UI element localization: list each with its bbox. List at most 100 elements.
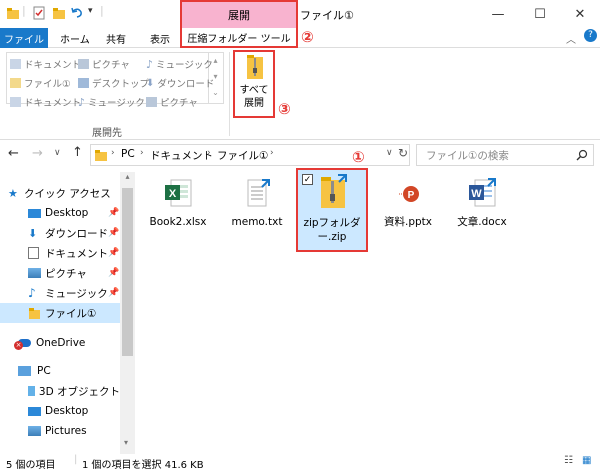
properties-icon[interactable] [32,6,46,20]
folder-app-icon [7,8,19,19]
breadcrumb-current[interactable]: ファイル① [217,148,268,163]
file-name: zipフォルダ ー.zip [298,216,366,244]
nav-item-pictures-pc[interactable]: Pictures [0,421,120,441]
gallery-item[interactable]: ピクチャ [78,57,130,71]
breadcrumb-chevron-icon[interactable]: › [140,148,144,158]
recent-locations-icon[interactable]: ∨ [54,148,61,158]
scroll-down-icon[interactable]: ▾ [124,438,128,447]
pictures-icon [28,268,41,278]
file-item-shiryo[interactable]: P 資料.pptx [368,178,448,229]
file-name: 資料.pptx [384,216,432,228]
gallery-item-label: ピクチャ [92,60,130,71]
pictures-folder-icon [78,59,89,69]
file-name: 文章.docx [457,216,507,228]
nav-item-documents[interactable]: ドキュメント 📌 [0,243,120,263]
breadcrumb-pc[interactable]: PC [121,148,135,160]
pin-icon[interactable]: 📌 [108,208,119,218]
pin-icon[interactable]: 📌 [108,248,119,258]
gallery-item[interactable]: ドキュメント [10,57,81,71]
nav-item-label: ピクチャ [45,267,87,280]
pin-icon[interactable]: 📌 [108,228,119,238]
gallery-item[interactable]: ♪ ミュージック [146,57,213,72]
maximize-button[interactable]: ☐ [520,0,560,28]
gallery-item[interactable]: ドキュメント [10,95,81,109]
breadcrumb-documents[interactable]: ドキュメント [150,148,213,163]
close-button[interactable]: ✕ [560,0,600,28]
nav-item-label: 3D オブジェクト [38,385,120,398]
gallery-item[interactable]: ファイル① [10,76,71,90]
ribbon-group-label: 展開先 [92,128,122,139]
pictures-icon [28,426,41,436]
excel-file-icon: X [165,179,192,207]
file-item-memo[interactable]: memo.txt [217,178,297,229]
close-icon: ✕ [574,6,586,22]
pin-icon[interactable]: 📌 [108,288,119,298]
item-count: 5 個の項目 [6,460,56,470]
nav-item-onedrive[interactable]: × OneDrive [0,333,120,353]
zip-folder-icon [321,174,347,208]
new-folder-icon[interactable] [52,6,66,20]
selection-checkbox[interactable]: ✓ [302,174,313,185]
minimize-button[interactable]: — [478,0,518,28]
maximize-icon: ☐ [534,6,546,22]
file-item-zip[interactable]: ✓ zipフォルダ ー.zip [296,168,368,252]
qat-customize-icon[interactable]: ▾ [88,6,93,16]
gallery-item[interactable]: デスクトップ [78,76,149,90]
tab-home[interactable]: ホーム [60,31,90,46]
search-icon[interactable] [576,149,588,161]
nav-item-label: Desktop [45,405,89,417]
help-icon[interactable]: ? [584,29,597,42]
folder-icon [29,308,40,319]
nav-item-pictures[interactable]: ピクチャ 📌 [0,263,120,283]
music-folder-icon: ♪ [146,57,154,71]
forward-arrow-icon[interactable]: → [32,146,43,161]
breadcrumb-chevron-icon[interactable]: › [207,148,211,158]
up-arrow-icon[interactable]: ↑ [72,145,83,160]
search-input[interactable]: ファイル①の検索 [426,148,509,163]
tab-file[interactable]: ファイル [0,28,48,48]
nav-item-desktop-pc[interactable]: Desktop [0,401,120,421]
breadcrumb-chevron-icon[interactable]: › [111,148,115,158]
gallery-item-label: デスクトップ [92,79,150,90]
document-icon [28,247,39,259]
scroll-up-icon[interactable]: ▴ [120,172,135,181]
collapse-ribbon-icon[interactable]: ︿ [566,31,576,46]
nav-item-music[interactable]: ♪ ミュージック 📌 [0,283,120,303]
nav-item-pc[interactable]: PC [0,361,120,381]
file-item-bunsho[interactable]: W 文章.docx [442,178,522,229]
window-title: ファイル① [300,9,354,22]
pin-icon[interactable]: 📌 [108,268,119,278]
undo-icon[interactable] [70,6,84,20]
back-arrow-icon[interactable]: ← [8,146,19,161]
nav-item-desktop[interactable]: Desktop 📌 [0,203,120,223]
nav-scroll-thumb[interactable] [122,188,133,356]
tab-share[interactable]: 共有 [106,31,126,46]
folder-icon [95,150,107,161]
extract-all-label-line2: 展開 [244,98,264,109]
nav-item-3d-objects[interactable]: 3D オブジェクト [0,381,120,401]
tab-view[interactable]: 表示 [150,31,170,46]
nav-item-file1[interactable]: ファイル① [0,303,120,323]
address-dropdown-icon[interactable]: ∨ [386,148,393,158]
gallery-item[interactable]: ♪ ミュージック [78,95,145,110]
word-file-icon: W [469,178,496,207]
file-item-book2[interactable]: X Book2.xlsx [138,178,218,229]
details-view-icon[interactable]: ☷ [564,455,573,466]
gallery-item-label: ファイル① [24,79,71,90]
gallery-item[interactable]: ⬇ ダウンロード [146,76,214,91]
powerpoint-file-icon: P [399,186,419,202]
download-folder-icon: ⬇ [146,77,155,89]
refresh-icon[interactable]: ↻ [398,146,408,160]
music-icon: ♪ [28,286,36,300]
file-name-line2: ー.zip [317,231,347,243]
gallery-item[interactable]: ピクチャ [146,95,198,109]
ribbon-tab-row [0,28,600,48]
text-file-icon [247,179,270,207]
breadcrumb-chevron-icon[interactable]: › [270,148,274,158]
document-folder-icon [10,97,21,107]
separator: | [100,4,104,17]
nav-item-quick-access[interactable]: ★ クイック アクセス [0,183,120,203]
separator: | [22,4,26,17]
large-icons-view-icon[interactable]: ▦ [582,455,591,466]
nav-item-downloads[interactable]: ⬇ ダウンロード 📌 [0,223,120,243]
